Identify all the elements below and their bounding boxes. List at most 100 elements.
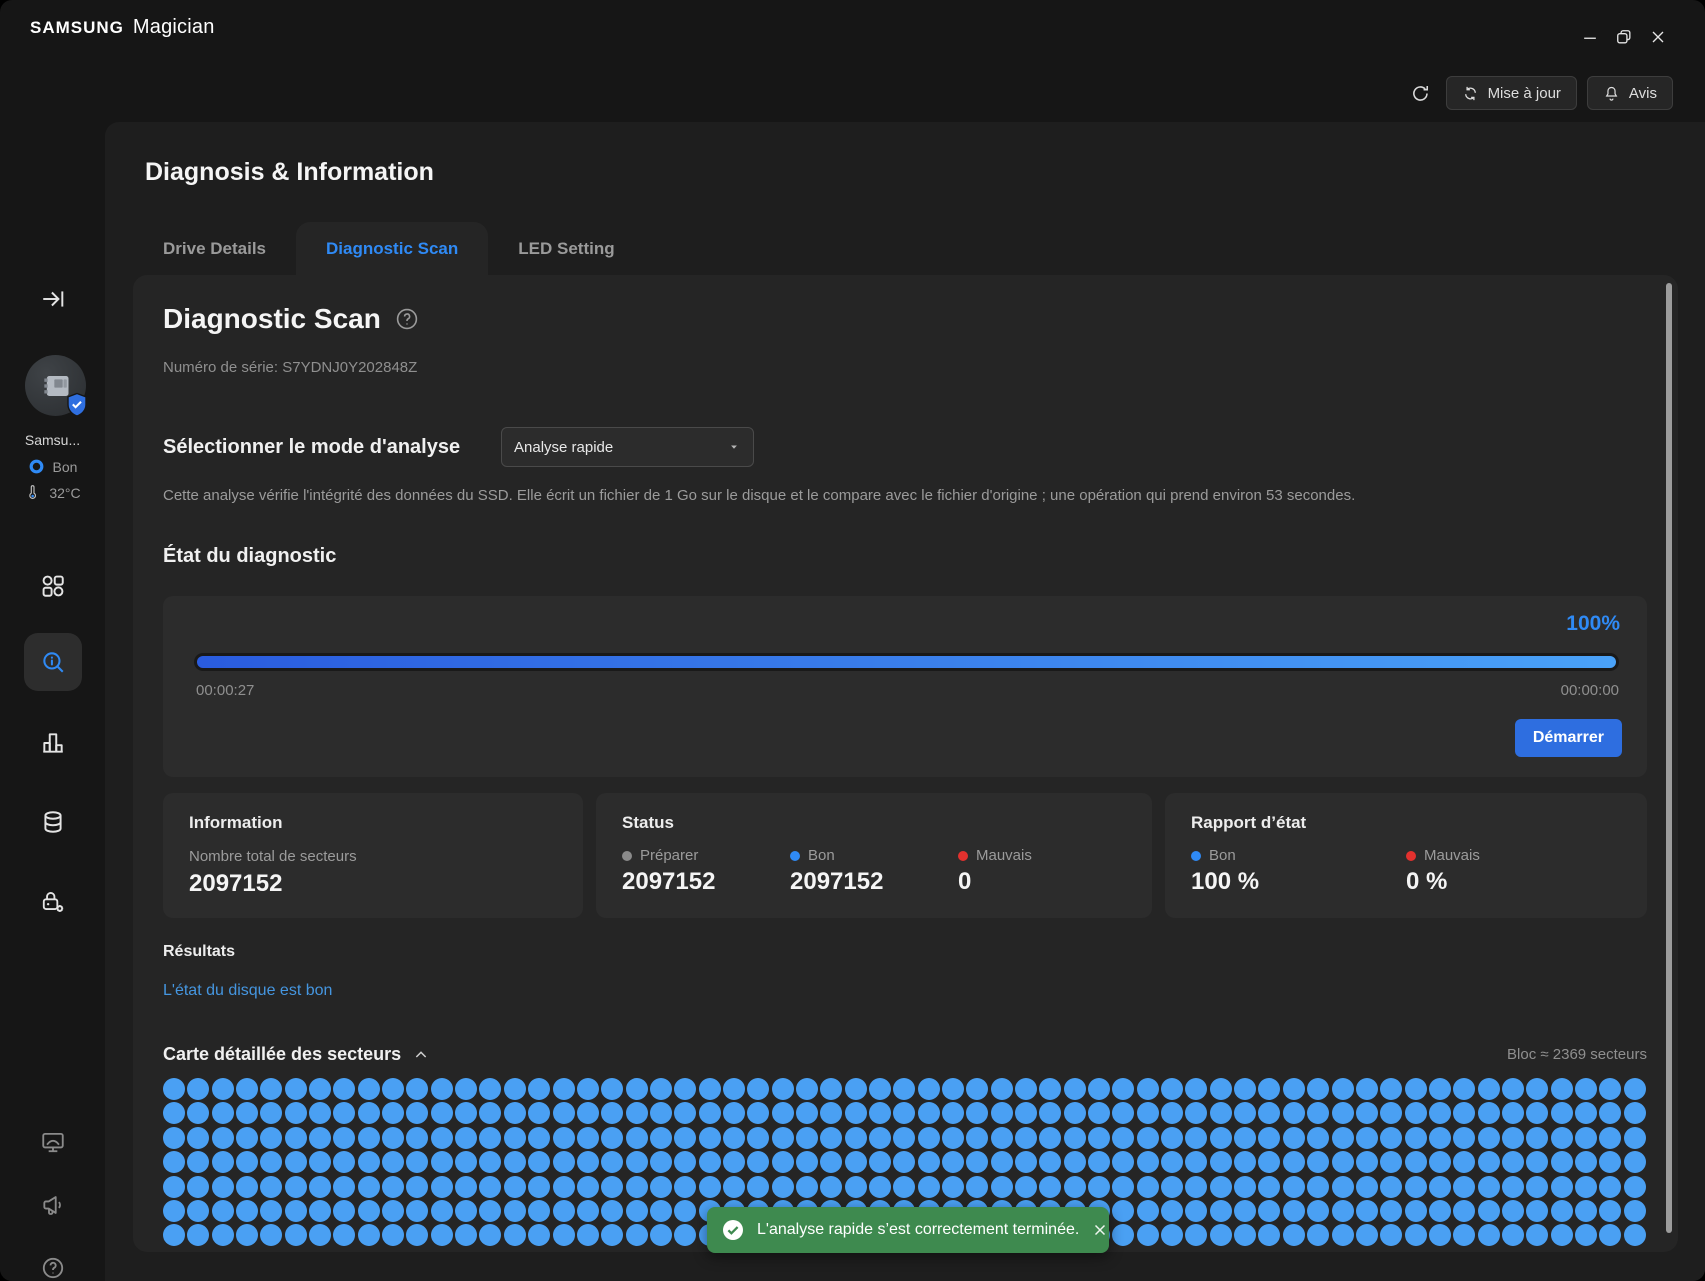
sector-dot bbox=[650, 1224, 672, 1246]
sector-dot bbox=[187, 1151, 209, 1173]
sector-dot bbox=[553, 1200, 575, 1222]
sector-dot bbox=[772, 1102, 794, 1124]
status-dot-icon bbox=[1406, 851, 1416, 861]
scan-mode-select[interactable]: Analyse rapide bbox=[501, 427, 754, 467]
sector-dot bbox=[1015, 1127, 1037, 1149]
sector-dot bbox=[942, 1151, 964, 1173]
sector-dot bbox=[1405, 1102, 1427, 1124]
sector-dot bbox=[1453, 1078, 1475, 1100]
sector-dot bbox=[1405, 1224, 1427, 1246]
sector-dot bbox=[1575, 1176, 1597, 1198]
update-button[interactable]: Mise à jour bbox=[1446, 76, 1577, 110]
sector-dot bbox=[820, 1151, 842, 1173]
sidebar-item-diagnosis[interactable] bbox=[39, 648, 67, 676]
monitor-icon bbox=[40, 1129, 66, 1155]
sector-dot bbox=[991, 1078, 1013, 1100]
sidebar-item-performance[interactable] bbox=[39, 729, 67, 757]
scan-help-icon[interactable] bbox=[395, 307, 419, 331]
sector-dot bbox=[1599, 1151, 1621, 1173]
drive-health-label: Bon bbox=[53, 459, 78, 475]
sector-dot bbox=[699, 1078, 721, 1100]
minimize-icon bbox=[1580, 27, 1600, 47]
sector-dot bbox=[1478, 1200, 1500, 1222]
sidebar-item-help[interactable] bbox=[39, 1254, 67, 1281]
stat-bon: Bon100 % bbox=[1191, 847, 1406, 896]
sector-dot bbox=[260, 1127, 282, 1149]
sector-dot bbox=[1137, 1176, 1159, 1198]
sector-dot bbox=[1380, 1078, 1402, 1100]
sector-dot bbox=[1405, 1127, 1427, 1149]
sector-dot bbox=[1380, 1176, 1402, 1198]
sector-dot bbox=[747, 1176, 769, 1198]
sector-dot bbox=[893, 1078, 915, 1100]
sector-dot bbox=[1624, 1151, 1646, 1173]
minimize-button[interactable] bbox=[1575, 22, 1605, 52]
sector-dot bbox=[601, 1151, 623, 1173]
status-dot-icon bbox=[958, 851, 968, 861]
sidebar-collapse-button[interactable] bbox=[39, 285, 67, 313]
tab-diagnostic-scan[interactable]: Diagnostic Scan bbox=[296, 222, 488, 275]
remaining-time: 00:00:00 bbox=[1561, 682, 1619, 699]
chevron-down-icon bbox=[727, 440, 741, 454]
scrollbar-thumb[interactable] bbox=[1666, 283, 1672, 1233]
sector-dot bbox=[1478, 1176, 1500, 1198]
sector-dot bbox=[1039, 1078, 1061, 1100]
tab-drive-details[interactable]: Drive Details bbox=[133, 222, 296, 275]
sector-dot bbox=[991, 1151, 1013, 1173]
sector-dot bbox=[1210, 1176, 1232, 1198]
sector-dot bbox=[1258, 1102, 1280, 1124]
sidebar-item-data-management[interactable] bbox=[39, 808, 67, 836]
sector-dot bbox=[1356, 1224, 1378, 1246]
sector-dot bbox=[772, 1078, 794, 1100]
sector-dot bbox=[1575, 1102, 1597, 1124]
sector-dot bbox=[236, 1176, 258, 1198]
drive-health-row: Bon bbox=[0, 458, 105, 475]
sector-dot bbox=[1283, 1127, 1305, 1149]
diagnostic-status-title: État du diagnostic bbox=[163, 545, 336, 568]
sector-dot bbox=[1015, 1151, 1037, 1173]
restore-button[interactable] bbox=[1609, 22, 1639, 52]
sector-dot bbox=[260, 1151, 282, 1173]
sector-dot bbox=[1258, 1176, 1280, 1198]
drive-avatar[interactable] bbox=[25, 355, 86, 416]
sector-dot bbox=[1185, 1102, 1207, 1124]
sector-dot bbox=[918, 1078, 940, 1100]
toast-close-icon[interactable] bbox=[1091, 1221, 1109, 1239]
sidebar-item-security[interactable] bbox=[39, 888, 67, 916]
sector-dot bbox=[260, 1102, 282, 1124]
tab-led-setting[interactable]: LED Setting bbox=[488, 222, 644, 275]
sector-dot bbox=[893, 1151, 915, 1173]
start-button[interactable]: Démarrer bbox=[1515, 719, 1622, 757]
sector-dot bbox=[1161, 1127, 1183, 1149]
sector-dot bbox=[577, 1078, 599, 1100]
sector-dot bbox=[455, 1200, 477, 1222]
sector-dot bbox=[1405, 1200, 1427, 1222]
sector-dot bbox=[1356, 1151, 1378, 1173]
sector-dot bbox=[1234, 1151, 1256, 1173]
sector-dot bbox=[309, 1200, 331, 1222]
sector-dot bbox=[650, 1176, 672, 1198]
sector-dot bbox=[796, 1176, 818, 1198]
sector-dot bbox=[845, 1176, 867, 1198]
sector-dot bbox=[455, 1176, 477, 1198]
notice-button[interactable]: Avis bbox=[1587, 76, 1673, 110]
sector-dot bbox=[1258, 1151, 1280, 1173]
sector-dot bbox=[382, 1127, 404, 1149]
sector-dot bbox=[528, 1127, 550, 1149]
scan-mode-value: Analyse rapide bbox=[514, 439, 613, 456]
sector-dot bbox=[1015, 1176, 1037, 1198]
sector-dot bbox=[212, 1200, 234, 1222]
sector-dot bbox=[1161, 1102, 1183, 1124]
sector-dot bbox=[1283, 1176, 1305, 1198]
status-card-title: Status bbox=[622, 813, 1126, 833]
sector-dot bbox=[1283, 1224, 1305, 1246]
refresh-button[interactable] bbox=[1406, 76, 1436, 110]
sector-dot bbox=[1137, 1224, 1159, 1246]
sidebar-item-dashboard[interactable] bbox=[39, 572, 67, 600]
chevron-up-icon[interactable] bbox=[413, 1047, 429, 1063]
close-button[interactable] bbox=[1643, 22, 1673, 52]
sector-dot bbox=[1112, 1176, 1134, 1198]
sidebar-item-system[interactable] bbox=[39, 1128, 67, 1156]
sector-dot bbox=[1575, 1200, 1597, 1222]
sidebar-item-announcements[interactable] bbox=[39, 1191, 67, 1219]
